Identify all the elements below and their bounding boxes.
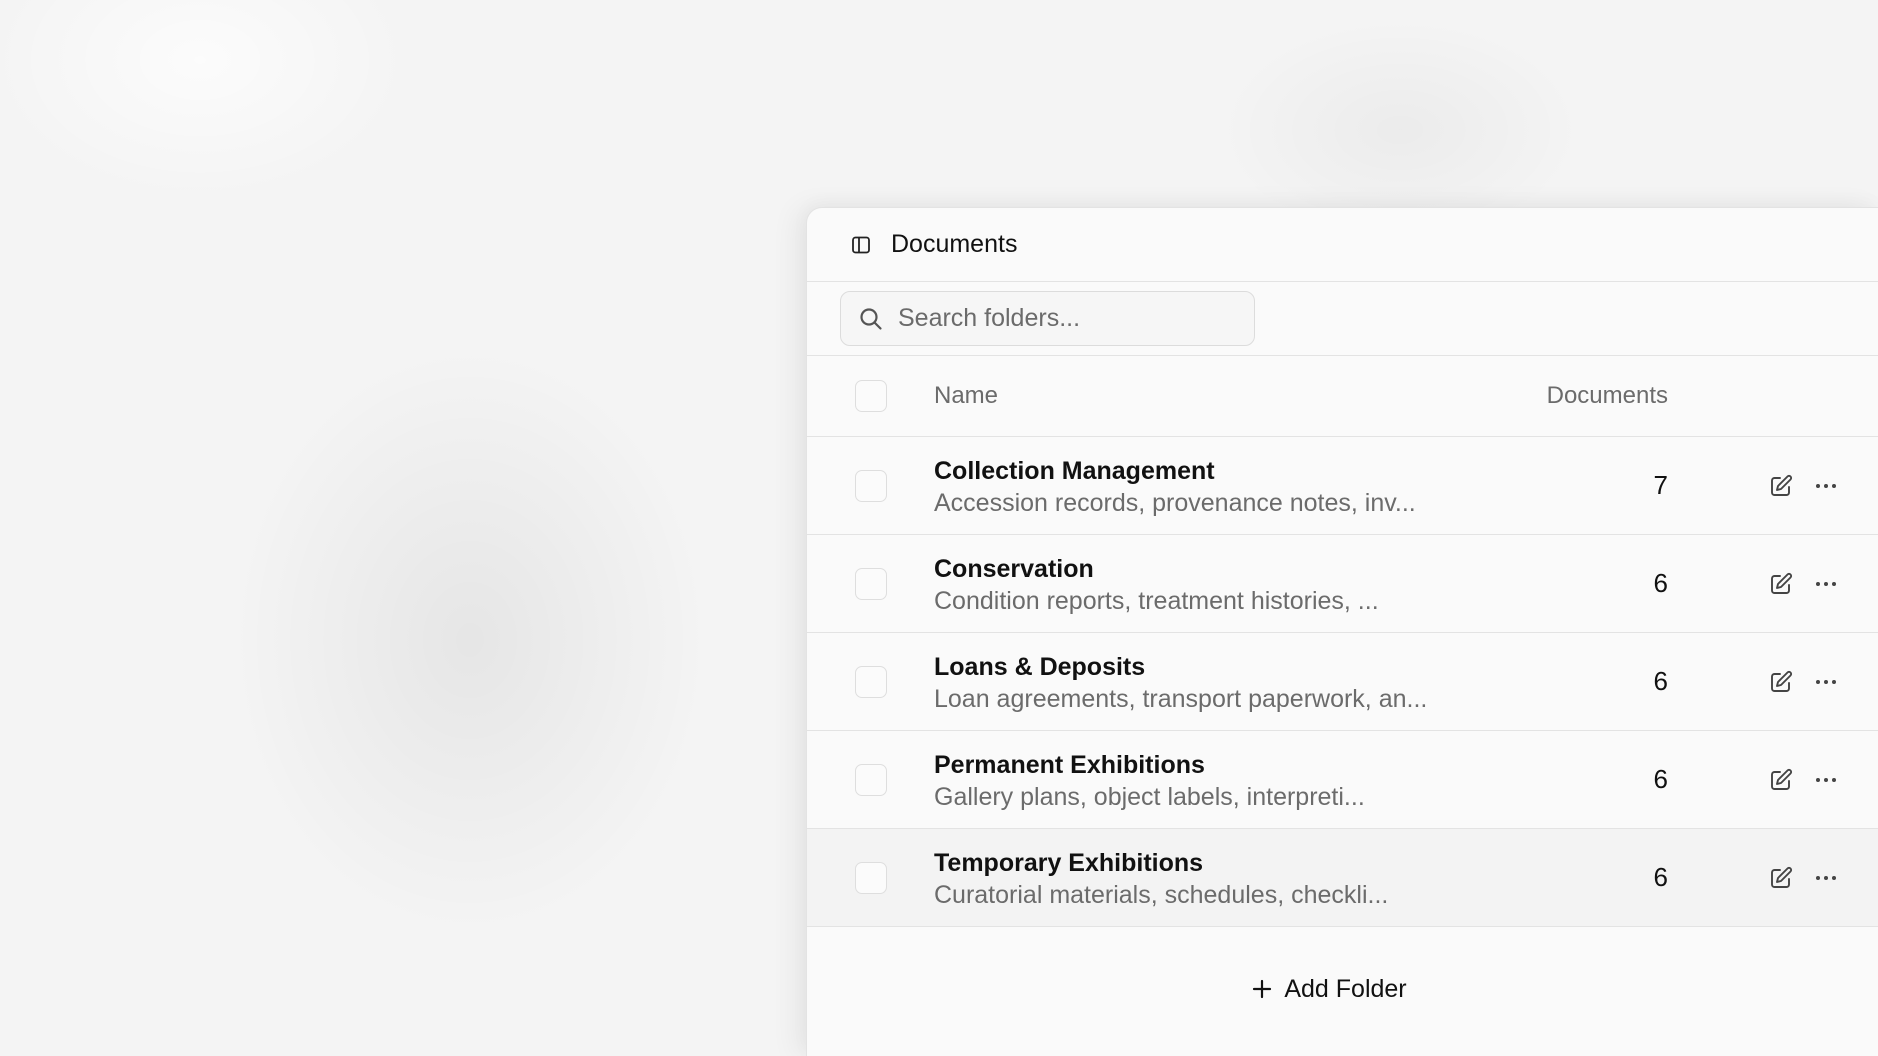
edit-icon[interactable] (1768, 571, 1794, 597)
table-row[interactable]: Loans & Deposits Loan agreements, transpo… (807, 633, 1878, 731)
folder-info: Temporary Exhibitions Curatorial material… (934, 847, 1388, 911)
plus-icon (1250, 977, 1274, 1001)
folder-description: Gallery plans, object labels, interpreti… (934, 783, 1365, 811)
documents-panel: Documents Name Documents Collection Mana… (806, 207, 1878, 1056)
document-count: 6 (1653, 568, 1668, 598)
folder-info: Permanent Exhibitions Gallery plans, obje… (934, 749, 1365, 813)
edit-icon[interactable] (1768, 767, 1794, 793)
column-header-name[interactable]: Name (934, 382, 998, 410)
row-checkbox[interactable] (855, 763, 887, 796)
folder-name[interactable]: Collection Management (934, 455, 1416, 487)
folder-description: Accession records, provenance notes, inv… (934, 489, 1416, 517)
document-count: 6 (1653, 666, 1668, 696)
panel-header: Documents (807, 208, 1878, 282)
column-header-documents[interactable]: Documents (1547, 382, 1668, 410)
table-row[interactable]: Collection Management Accession records, … (807, 437, 1878, 535)
search-box[interactable] (840, 291, 1255, 346)
more-options-icon[interactable] (1813, 865, 1839, 891)
add-folder-label: Add Folder (1284, 974, 1407, 1003)
edit-icon[interactable] (1768, 473, 1794, 499)
folder-info: Loans & Deposits Loan agreements, transpo… (934, 651, 1427, 715)
folder-info: Collection Management Accession records, … (934, 455, 1416, 519)
select-all-checkbox[interactable] (855, 380, 887, 412)
page-title: Documents (891, 230, 1018, 258)
table-row[interactable]: Conservation Condition reports, treatment… (807, 535, 1878, 633)
row-checkbox[interactable] (855, 469, 887, 502)
document-count: 6 (1653, 862, 1668, 892)
search-icon (858, 306, 884, 332)
row-checkbox[interactable] (855, 567, 887, 600)
add-folder-button[interactable]: Add Folder (1250, 974, 1407, 1004)
folder-name[interactable]: Conservation (934, 553, 1379, 585)
table-header: Name Documents (807, 356, 1878, 437)
more-options-icon[interactable] (1813, 669, 1839, 695)
row-checkbox[interactable] (855, 665, 887, 698)
table-row[interactable]: Temporary Exhibitions Curatorial material… (807, 829, 1878, 927)
folder-description: Condition reports, treatment histories, … (934, 587, 1379, 615)
table-row[interactable]: Permanent Exhibitions Gallery plans, obje… (807, 731, 1878, 829)
more-options-icon[interactable] (1813, 571, 1839, 597)
folder-name[interactable]: Loans & Deposits (934, 651, 1427, 683)
document-count: 6 (1653, 764, 1668, 794)
sidebar-panel-icon[interactable] (851, 235, 871, 255)
table-body: Collection Management Accession records, … (807, 437, 1878, 927)
more-options-icon[interactable] (1813, 473, 1839, 499)
folder-name[interactable]: Temporary Exhibitions (934, 847, 1388, 879)
search-row (807, 282, 1878, 356)
document-count: 7 (1653, 470, 1668, 500)
folder-name[interactable]: Permanent Exhibitions (934, 749, 1365, 781)
search-input[interactable] (898, 304, 1238, 333)
edit-icon[interactable] (1768, 865, 1794, 891)
row-checkbox[interactable] (855, 861, 887, 894)
more-options-icon[interactable] (1813, 767, 1839, 793)
folder-info: Conservation Condition reports, treatment… (934, 553, 1379, 617)
panel-footer: Add Folder (807, 927, 1878, 1051)
edit-icon[interactable] (1768, 669, 1794, 695)
folder-description: Loan agreements, transport paperwork, an… (934, 685, 1428, 713)
folder-description: Curatorial materials, schedules, checkli… (934, 881, 1389, 909)
